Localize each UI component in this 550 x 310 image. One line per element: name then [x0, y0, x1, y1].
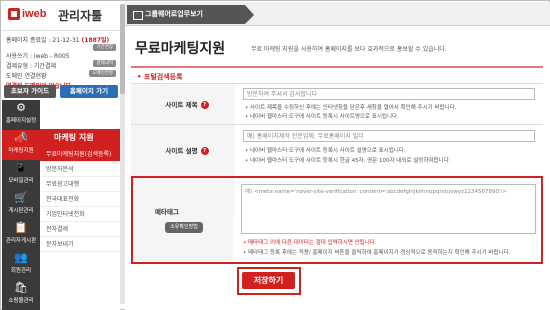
domain-connect-button[interactable]: 도메인연결	[89, 70, 116, 77]
subnav-item-rep-phone[interactable]: 전국대표전화	[40, 192, 120, 207]
subnav-item-sms[interactable]: 문자보내기	[40, 237, 120, 252]
meta-note-1: • 메타태그 외에 다른 데이터는 절대 입력하시면 안됩니다.	[243, 240, 377, 246]
subnav-item-epayment[interactable]: 전자결제	[40, 222, 120, 237]
nav-admin-board[interactable]: 📋 관리자게시판	[2, 220, 40, 250]
ownership-check-button[interactable]: 소유확인방법	[165, 222, 203, 233]
meta-tag-textarea[interactable]: 예) <meta name='naver-site-verification' …	[241, 184, 536, 234]
expiry-text: 홈페이지 종료일 : 21-12-31 (1887일)	[6, 37, 110, 44]
nav-board[interactable]: 🛒 게시판관리	[2, 190, 40, 220]
shopping-bag-icon: 🛍	[14, 281, 28, 294]
site-title-label: 사이트 제목?	[137, 99, 237, 109]
app-title: 관리자툴	[58, 9, 103, 23]
users-icon: 👥	[14, 251, 28, 264]
help-icon[interactable]: ?	[200, 101, 209, 109]
nav-homepage-settings[interactable]: ⚙ 홈페이지설정	[2, 100, 40, 130]
portal-search-section: • 포털검색등록 사이트 제목? 방문하여 주셔서 감사합니다 • 사이트 제목…	[131, 66, 543, 264]
site-desc-label: 사이트 설명?	[137, 145, 237, 155]
meta-tag-row: 메타태그 소유확인방법 예) <meta name='naver-site-ve…	[131, 176, 543, 264]
page-title: 무료마케팅지원	[135, 41, 226, 57]
subnav-item-internet-phone[interactable]: 기업인터넷전화	[40, 207, 120, 222]
logo[interactable]: iweb	[8, 8, 48, 24]
userid-text: 사용쓰기 : iweb - R005	[6, 53, 70, 60]
subnav-title: 마케팅 지원	[40, 129, 120, 147]
mobile-icon: 📱	[14, 161, 28, 174]
megaphone-icon: 📣	[14, 131, 28, 144]
top-bar: 그룹웨어로업무보기	[125, 2, 550, 26]
groupware-tab[interactable]: 그룹웨어로업무보기	[127, 5, 245, 24]
nav-label: 모바일관리	[8, 178, 34, 184]
cart-icon: 🛒	[14, 191, 28, 204]
save-button[interactable]: 저장하기	[242, 272, 295, 289]
main-content: 무료마케팅지원 무료 마케팅 지원을 사용하여 홈페이지를 보다 효과적으로 홍…	[125, 26, 550, 310]
subnav-item-free-ad[interactable]: 무료광고대행	[40, 177, 120, 192]
brand-header: iweb 관리자툴	[2, 2, 120, 30]
pay-type-text: 결제유형 : 기간결제	[6, 63, 56, 70]
clipboard-icon: 📋	[14, 221, 28, 234]
meta-tag-label: 메타태그	[155, 208, 179, 216]
nav-shop[interactable]: 🛍 쇼핑몰관리	[2, 280, 40, 310]
nav-mobile[interactable]: 📱 모바일관리	[2, 160, 40, 190]
nav-label: 쇼핑몰관리	[8, 298, 34, 304]
nav-label: 홈페이지설정	[5, 118, 37, 124]
home-logo-icon	[8, 8, 20, 20]
nav-label: 게시판관리	[8, 208, 34, 214]
meta-note-2: • 메타태그 등록 후에는 적용/ 홈페이지 버튼을 클릭하여 홈페이지가 정상…	[243, 250, 511, 256]
nav-label: 마케팅지원	[8, 148, 34, 154]
left-nav: ⚙ 홈페이지설정 📣 마케팅지원 📱 모바일관리 🛒 게시판관리 📋 관리자게시판 👥 회원…	[2, 100, 40, 310]
page-description: 무료 마케팅 지원을 사용하여 홈페이지를 보다 효과적으로 홍보할 수 있습니…	[251, 46, 447, 53]
gear-icon: ⚙	[16, 101, 26, 114]
site-title-note-1: • 사이트 제목을 수정하신 후에는 인터넷창을 닫은후 새창을 열어서 확인해…	[245, 105, 457, 111]
logo-text: iweb	[22, 8, 47, 20]
section-title: • 포털검색등록	[137, 73, 183, 81]
subnav-item-free-marketing[interactable]: 무료마케팅지원(검색등록)	[40, 147, 120, 162]
nav-label: 회원관리	[10, 268, 32, 274]
pay-history-button[interactable]: 결제내역	[93, 60, 116, 67]
go-homepage-button[interactable]: 홈페이지 가기	[60, 85, 118, 98]
nav-members[interactable]: 👥 회원관리	[2, 250, 40, 280]
site-desc-note-1: • 네이버 웹마스터 도구에 사이트 등록시 사이트 설명으로 표시됩니다.	[245, 148, 406, 154]
sub-nav: 마케팅 지원 무료마케팅지원(검색등록) 방문자분석 무료광고대행 전국대표전화…	[40, 129, 120, 310]
nav-label: 관리자게시판	[5, 238, 37, 244]
beginner-guide-button[interactable]: 초보자 가이드	[4, 85, 56, 98]
help-icon[interactable]: ?	[200, 147, 209, 155]
nav-marketing[interactable]: 📣 마케팅지원	[2, 130, 40, 160]
site-desc-note-2: • 네이버 웹마스터 도구에 사이트 등록시 한글 45자, 영문 100자 내…	[245, 158, 451, 164]
tab-arrow-icon	[245, 5, 254, 24]
site-title-input[interactable]: 방문하여 주셔서 감사합니다	[243, 88, 535, 100]
save-button-highlight: 저장하기	[237, 267, 301, 295]
extend-button[interactable]: 기간연장	[93, 44, 116, 51]
app-window: iweb 관리자툴 홈페이지 종료일 : 21-12-31 (1887일) 기간…	[0, 0, 550, 310]
domain-status-text: 도메인 연결현황	[6, 73, 47, 80]
site-desc-input[interactable]: 예) 홈페이지제작 전문업체, 무료홈페이지 빌더	[243, 130, 535, 142]
site-title-note-2: • 네이버 웹마스터 도구에 사이트 등록시 사이트명으로 표시됩니다.	[245, 114, 399, 120]
quick-buttons: 초보자 가이드 홈페이지 가기	[2, 85, 120, 99]
subnav-item-visitor-analysis[interactable]: 방문자분석	[40, 162, 120, 177]
label-column	[133, 178, 233, 261]
